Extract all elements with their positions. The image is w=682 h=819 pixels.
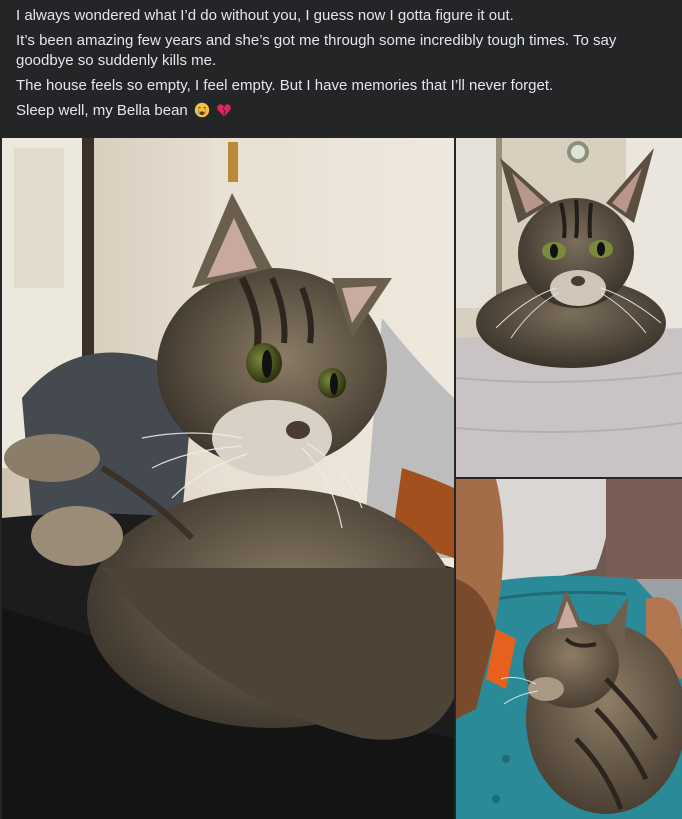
broken-heart-icon	[217, 104, 231, 117]
cat-photo-image	[456, 479, 682, 819]
photo-tabby-cat-with-person[interactable]	[456, 479, 682, 819]
cat-photo-image	[456, 138, 682, 477]
post-body: I always wondered what I’d do without yo…	[0, 0, 682, 137]
post-closing-text: Sleep well, my Bella bean	[16, 102, 188, 119]
post-paragraph: It’s been amazing few years and she’s go…	[16, 32, 617, 69]
post-card: I always wondered what I’d do without yo…	[0, 0, 682, 819]
post-closing-line: Sleep well, my Bella bean	[16, 101, 666, 121]
crying-face-icon	[194, 102, 210, 118]
photo-tabby-cat-on-bed[interactable]	[456, 138, 682, 477]
photo-tabby-cat-on-lap[interactable]	[2, 138, 454, 819]
post-paragraph: I always wondered what I’d do without yo…	[16, 7, 514, 24]
cat-photo-image	[2, 138, 454, 819]
post-paragraph: The house feels so empty, I feel empty. …	[16, 77, 554, 94]
